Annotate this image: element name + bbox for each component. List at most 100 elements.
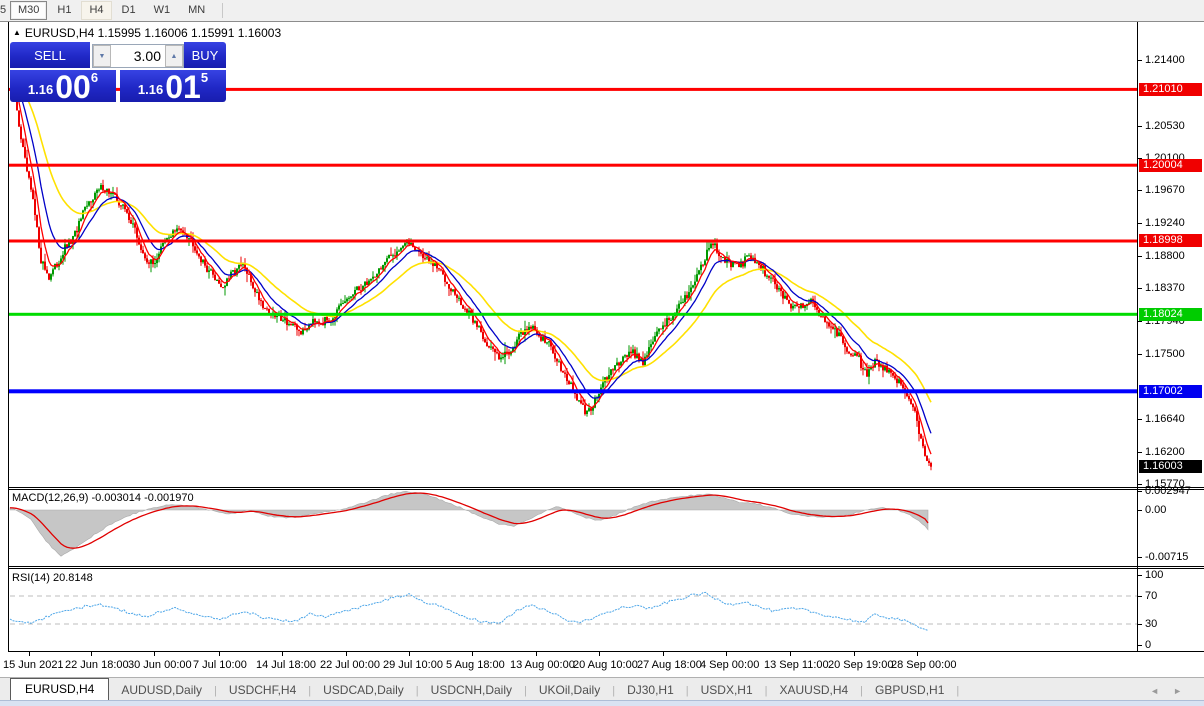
buy-button-label: BUY xyxy=(192,48,219,63)
time-tick-label: 4 Sep 00:00 xyxy=(700,659,759,671)
chart-tab-ukoil[interactable]: UKOil,Daily xyxy=(527,680,612,701)
price-tick-label: 1.21400 xyxy=(1145,54,1185,66)
time-tick-mark xyxy=(29,652,30,656)
time-tick-mark xyxy=(854,652,855,656)
time-tick-label: 7 Jul 10:00 xyxy=(193,659,247,671)
time-axis[interactable]: 15 Jun 202122 Jun 18:0030 Jun 00:007 Jul… xyxy=(0,652,1204,677)
chart-tab-audusd[interactable]: AUDUSD,Daily xyxy=(109,680,214,701)
time-axis-border xyxy=(8,651,1204,652)
pane-splitter-2a[interactable] xyxy=(8,566,1204,567)
volume-value[interactable]: 3.00 xyxy=(111,45,165,67)
volume-increase-button[interactable]: ▲ xyxy=(165,45,183,67)
time-tick-label: 20 Sep 19:00 xyxy=(828,659,893,671)
sell-price-prefix: 1.16 xyxy=(28,82,53,97)
buy-price-display[interactable]: 1.16 01 5 xyxy=(120,70,226,102)
chart-tab-usdcad[interactable]: USDCAD,Daily xyxy=(311,680,416,701)
macd-indicator-label: MACD(12,26,9) -0.003014 -0.001970 xyxy=(12,492,194,504)
sell-price-display[interactable]: 1.16 00 6 xyxy=(10,70,116,102)
candlestick-series xyxy=(10,71,932,470)
buy-price-big: 01 xyxy=(165,74,201,100)
time-tick-mark xyxy=(282,652,283,656)
time-tick-label: 14 Jul 18:00 xyxy=(256,659,316,671)
timeframe-button-m5-partial[interactable]: 5 xyxy=(0,4,9,17)
axis-separator[interactable] xyxy=(1137,22,1138,652)
rsi-tick-label: 70 xyxy=(1145,590,1157,602)
price-tick-label: 1.18800 xyxy=(1145,250,1185,262)
time-tick-mark xyxy=(536,652,537,656)
volume-decrease-button[interactable]: ▼ xyxy=(93,45,111,67)
price-tick-label: 1.17500 xyxy=(1145,348,1185,360)
one-click-trading-panel: SELL ▼ 3.00 ▲ BUY 1.16 00 6 1.16 01 5 xyxy=(10,42,226,100)
tab-scroll-arrows[interactable]: ◄► xyxy=(1150,686,1204,701)
sell-button[interactable]: SELL xyxy=(10,42,90,68)
chart-tab-xauusd[interactable]: XAUUSD,H4 xyxy=(767,680,860,701)
time-tick-label: 29 Jul 10:00 xyxy=(383,659,443,671)
time-tick-mark xyxy=(409,652,410,656)
rsi-tick-label: 30 xyxy=(1145,618,1157,630)
timeframe-button-m30[interactable]: M30 xyxy=(10,1,47,20)
buy-price-prefix: 1.16 xyxy=(138,82,163,97)
toolbar-separator xyxy=(222,3,223,18)
horizontal-level-line[interactable] xyxy=(9,389,1137,393)
chart-tab-eurusd[interactable]: EURUSD,H4 xyxy=(10,678,109,701)
rsi-tick-label: 100 xyxy=(1145,569,1163,581)
horizontal-level-line[interactable] xyxy=(9,164,1137,167)
price-tick-label: 1.16640 xyxy=(1145,413,1185,425)
timeframe-button-d1[interactable]: D1 xyxy=(114,1,144,20)
timeframe-button-mn[interactable]: MN xyxy=(180,1,213,20)
macd-tick-label: 0.00 xyxy=(1145,504,1166,516)
time-tick-mark xyxy=(91,652,92,656)
level-price-label: 1.21010 xyxy=(1139,83,1202,96)
rsi-line xyxy=(10,592,928,630)
rsi-pane-canvas[interactable] xyxy=(9,569,1137,651)
time-tick-label: 22 Jul 00:00 xyxy=(320,659,380,671)
sell-button-label: SELL xyxy=(34,48,66,63)
timeframe-button-h1[interactable]: H1 xyxy=(49,1,79,20)
price-axis[interactable]: 1.214001.205301.201001.196701.192401.188… xyxy=(1137,22,1204,652)
chart-tab-dj30[interactable]: DJ30,H1 xyxy=(615,680,686,701)
current-price-label: 1.16003 xyxy=(1139,460,1202,473)
time-tick-mark xyxy=(472,652,473,656)
chart-tab-usdcnh[interactable]: USDCNH,Daily xyxy=(419,680,524,701)
horizontal-level-line[interactable] xyxy=(9,240,1137,243)
time-tick-mark xyxy=(917,652,918,656)
time-tick-mark xyxy=(726,652,727,656)
collapse-panel-icon[interactable]: ▲ xyxy=(13,28,21,37)
time-tick-mark xyxy=(663,652,664,656)
time-tick-label: 30 Jun 00:00 xyxy=(128,659,192,671)
timeframe-button-w1[interactable]: W1 xyxy=(146,1,179,20)
level-price-label: 1.17002 xyxy=(1139,385,1202,398)
sell-price-big: 00 xyxy=(55,74,91,100)
time-tick-label: 5 Aug 18:00 xyxy=(446,659,505,671)
rsi-tick-label: 0 xyxy=(1145,639,1151,651)
price-tick-label: 1.20530 xyxy=(1145,120,1185,132)
chart-tab-bar: EURUSD,H4AUDUSD,Daily|USDCHF,H4|USDCAD,D… xyxy=(0,677,1204,701)
pane-splitter-1b xyxy=(8,489,1204,490)
timeframe-button-h4[interactable]: H4 xyxy=(81,1,111,20)
time-tick-label: 28 Sep 00:00 xyxy=(891,659,956,671)
tab-scroll-right-icon[interactable]: ► xyxy=(1173,686,1196,696)
chart-tab-gbpusd[interactable]: GBPUSD,H1 xyxy=(863,680,956,701)
time-tick-label: 13 Sep 11:00 xyxy=(764,659,829,671)
time-tick-label: 20 Aug 10:00 xyxy=(573,659,638,671)
buy-button[interactable]: BUY xyxy=(184,42,226,68)
pane-splitter-1a[interactable] xyxy=(8,487,1204,488)
chart-tab-usdx[interactable]: USDX,H1 xyxy=(689,680,765,701)
tab-scroll-left-icon[interactable]: ◄ xyxy=(1150,686,1173,696)
horizontal-level-line[interactable] xyxy=(9,313,1137,316)
pane-splitter-2b xyxy=(8,568,1204,569)
time-tick-label: 27 Aug 18:00 xyxy=(637,659,702,671)
sell-price-pip: 6 xyxy=(91,70,98,85)
chart-tab-usdchf[interactable]: USDCHF,H4 xyxy=(217,680,308,701)
time-tick-label: 15 Jun 2021 xyxy=(3,659,64,671)
price-tick-label: 1.19670 xyxy=(1145,184,1185,196)
ohlc-text: EURUSD,H4 1.15995 1.16006 1.15991 1.1600… xyxy=(25,26,281,40)
level-price-label: 1.18024 xyxy=(1139,308,1202,321)
time-tick-mark xyxy=(219,652,220,656)
time-tick-label: 22 Jun 18:00 xyxy=(65,659,129,671)
volume-spinner: ▼ 3.00 ▲ xyxy=(92,44,184,68)
chart-ohlc-header: ▲ EURUSD,H4 1.15995 1.16006 1.15991 1.160… xyxy=(13,26,281,40)
chart-left-border xyxy=(8,22,9,652)
rsi-indicator-label: RSI(14) 20.8148 xyxy=(12,572,93,584)
price-tick-label: 1.18370 xyxy=(1145,282,1185,294)
